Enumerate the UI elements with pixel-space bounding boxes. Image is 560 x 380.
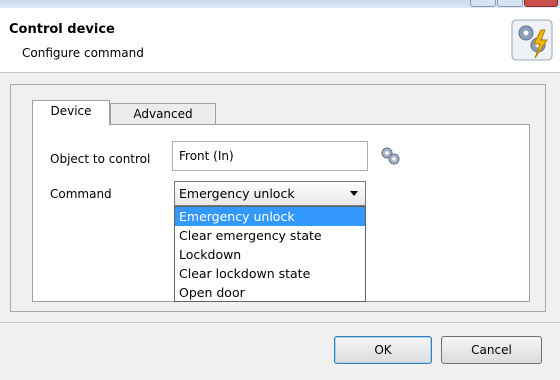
dialog-subtitle: Configure command <box>22 46 144 60</box>
object-to-control-label: Object to control <box>50 152 151 166</box>
maximize-button[interactable] <box>497 0 523 7</box>
gear-icon[interactable] <box>379 145 401 167</box>
footer-divider <box>0 322 560 323</box>
dropdown-option[interactable]: Open door <box>175 283 365 302</box>
dropdown-option[interactable]: Clear emergency state <box>175 226 365 245</box>
gear-lightning-icon <box>511 19 553 61</box>
dialog-header: Control device Configure command <box>0 8 560 73</box>
minimize-button[interactable] <box>470 0 496 7</box>
dropdown-arrow-icon <box>350 191 358 196</box>
object-to-control-field[interactable]: Front (In) <box>172 141 368 171</box>
tab-advanced[interactable]: Advanced <box>110 103 216 125</box>
command-label: Command <box>50 187 112 201</box>
dropdown-option[interactable]: Lockdown <box>175 245 365 264</box>
command-dropdown-list: Emergency unlock Clear emergency state L… <box>174 206 366 302</box>
command-selected-value: Emergency unlock <box>179 186 295 201</box>
close-window-button[interactable] <box>524 0 558 7</box>
dialog-title: Control device <box>9 22 115 37</box>
command-select[interactable]: Emergency unlock <box>174 181 366 206</box>
dropdown-option[interactable]: Emergency unlock <box>175 207 365 226</box>
tab-device[interactable]: Device <box>32 100 110 125</box>
object-to-control-value: Front (In) <box>179 149 234 163</box>
cancel-button[interactable]: Cancel <box>441 336 542 364</box>
ok-button[interactable]: OK <box>334 336 432 364</box>
dropdown-option[interactable]: Clear lockdown state <box>175 264 365 283</box>
